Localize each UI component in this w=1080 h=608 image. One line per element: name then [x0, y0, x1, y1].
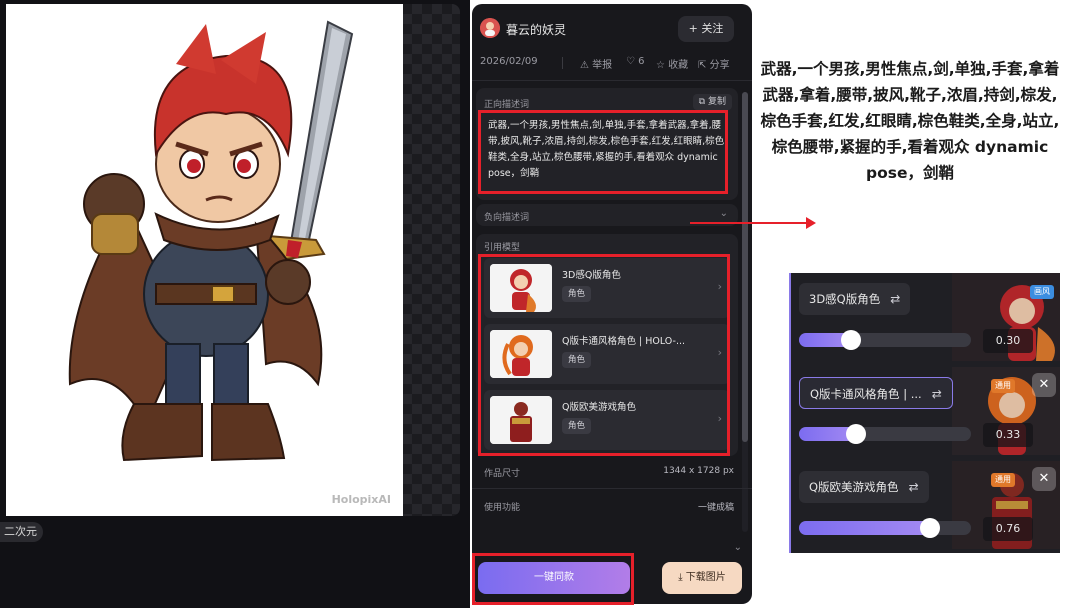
arrow-right-icon	[806, 217, 816, 229]
annotation-arrow-line	[690, 222, 810, 224]
lora-name: Q版卡通风格角色 | ...	[810, 387, 922, 401]
feature-label: 使用功能	[484, 503, 521, 513]
lora-name-chip[interactable]: Q版欧美游戏角色 ⇄	[799, 471, 929, 503]
heart-icon: ♡	[626, 56, 635, 67]
warning-icon: ⚠	[580, 60, 589, 71]
lora-slider-knob[interactable]	[920, 518, 940, 538]
lora-weight-value[interactable]: 0.33	[983, 423, 1033, 447]
meta-divider	[562, 57, 563, 69]
close-icon[interactable]: ✕	[1032, 373, 1056, 397]
image-viewer: HolopixAI 二次元	[0, 0, 470, 608]
close-icon[interactable]: ✕	[1032, 467, 1056, 491]
chevron-down-icon: ⌄	[719, 208, 728, 219]
lora-block: Q版欧美游戏角色 ⇄ 通用 ✕ 0.76	[791, 461, 1060, 549]
size-value: 1344 x 1728 px	[663, 466, 734, 476]
lora-name: 3D感Q版角色	[809, 292, 881, 306]
share-label: 分享	[709, 60, 730, 71]
lora-weight-slider[interactable]	[799, 424, 971, 444]
lora-weight-value[interactable]: 0.76	[983, 517, 1033, 541]
lora-slider-knob[interactable]	[841, 330, 861, 350]
lora-style-badge: 通用	[991, 473, 1015, 487]
lora-style-badge: 通用	[991, 379, 1015, 393]
copy-icon: ⧉	[698, 97, 706, 107]
highlight-same-button-box	[472, 553, 634, 605]
lora-weights-panel: 3D感Q版角色 ⇄ 画风 0.30 Q版卡通风格角色 | ... ⇄ 通用 ✕ 0	[789, 273, 1060, 553]
download-label: 下载图片	[685, 572, 726, 583]
lora-slider-fill	[799, 521, 930, 535]
publish-date: 2026/02/09	[480, 56, 538, 67]
star-icon: ☆	[656, 60, 665, 71]
avatar[interactable]	[480, 18, 500, 38]
report-button[interactable]: ⚠ 举报	[580, 56, 612, 71]
swap-icon: ⇄	[908, 480, 919, 494]
negative-prompt-title: 负向描述词	[484, 213, 530, 223]
copy-button[interactable]: ⧉ 复制	[692, 94, 732, 110]
report-label: 举报	[592, 60, 613, 71]
lora-slider-knob[interactable]	[846, 424, 866, 444]
download-icon: ⤓	[678, 572, 683, 583]
follow-button[interactable]: + 关注	[678, 16, 734, 42]
share-icon: ⇱	[698, 60, 707, 71]
lora-weight-value[interactable]: 0.30	[983, 329, 1033, 353]
lora-style-badge: 画风	[1030, 285, 1054, 299]
copy-label: 复制	[707, 97, 726, 107]
category-tag[interactable]: 二次元	[0, 522, 43, 542]
lora-name-chip[interactable]: Q版卡通风格角色 | ... ⇄	[799, 377, 953, 409]
swap-icon: ⇄	[890, 292, 901, 306]
favorite-label: 收藏	[668, 60, 689, 71]
highlight-models-box	[478, 254, 730, 456]
author-name[interactable]: 暮云的妖灵	[506, 21, 566, 38]
info-divider	[472, 488, 752, 489]
like-count: 6	[638, 56, 645, 67]
like-button[interactable]: ♡ 6	[626, 56, 645, 67]
feature-row: 使用功能 一键成稿	[484, 500, 734, 514]
chevron-down-icon: ⌄	[733, 542, 742, 553]
lora-block: 3D感Q版角色 ⇄ 画风 0.30	[791, 273, 1060, 361]
highlight-prompt-box	[478, 110, 728, 194]
lora-name-chip[interactable]: 3D感Q版角色 ⇄	[799, 283, 911, 315]
lora-badge-label: 画风	[1034, 287, 1050, 296]
models-title: 引用模型	[484, 243, 521, 253]
lora-badge-label: 通用	[995, 381, 1011, 390]
header-divider	[472, 80, 752, 81]
lora-weight-slider[interactable]	[799, 330, 971, 350]
share-button[interactable]: ⇱ 分享	[698, 56, 730, 71]
annotation-prompt-text: 武器,一个男孩,男性焦点,剑,单独,手套,拿着武器,拿着,腰带,披风,靴子,浓眉…	[760, 60, 1060, 182]
download-button[interactable]: ⤓ 下载图片	[662, 562, 742, 594]
positive-prompt-title: 正向描述词	[484, 100, 530, 110]
size-label: 作品尺寸	[484, 469, 521, 479]
artwork-image[interactable]: HolopixAI	[6, 4, 403, 516]
lora-weight-slider[interactable]	[799, 518, 971, 538]
feature-value: 一键成稿	[697, 503, 734, 513]
screenshot-stage: HolopixAI 二次元 暮云的妖灵 + 关注 2026/02/09 ⚠ 举报…	[0, 0, 1080, 608]
size-row: 作品尺寸 1344 x 1728 px	[484, 466, 734, 480]
lora-block: Q版卡通风格角色 | ... ⇄ 通用 ✕ 0.33	[791, 367, 1060, 455]
watermark-text: HolopixAI	[331, 493, 391, 506]
swap-icon: ⇄	[931, 387, 942, 401]
scrollbar-thumb[interactable]	[742, 92, 748, 442]
chibi-warrior-illustration	[68, 20, 354, 462]
lora-name: Q版欧美游戏角色	[809, 480, 899, 494]
avatar-icon	[480, 18, 500, 38]
author-row: 暮云的妖灵 + 关注	[480, 16, 744, 46]
lora-badge-label: 通用	[995, 475, 1011, 484]
favorite-button[interactable]: ☆ 收藏	[656, 56, 688, 71]
transparency-checkerboard	[402, 4, 460, 516]
meta-row: 2026/02/09 ⚠ 举报 ♡ 6 ☆ 收藏 ⇱ 分享	[480, 56, 744, 72]
